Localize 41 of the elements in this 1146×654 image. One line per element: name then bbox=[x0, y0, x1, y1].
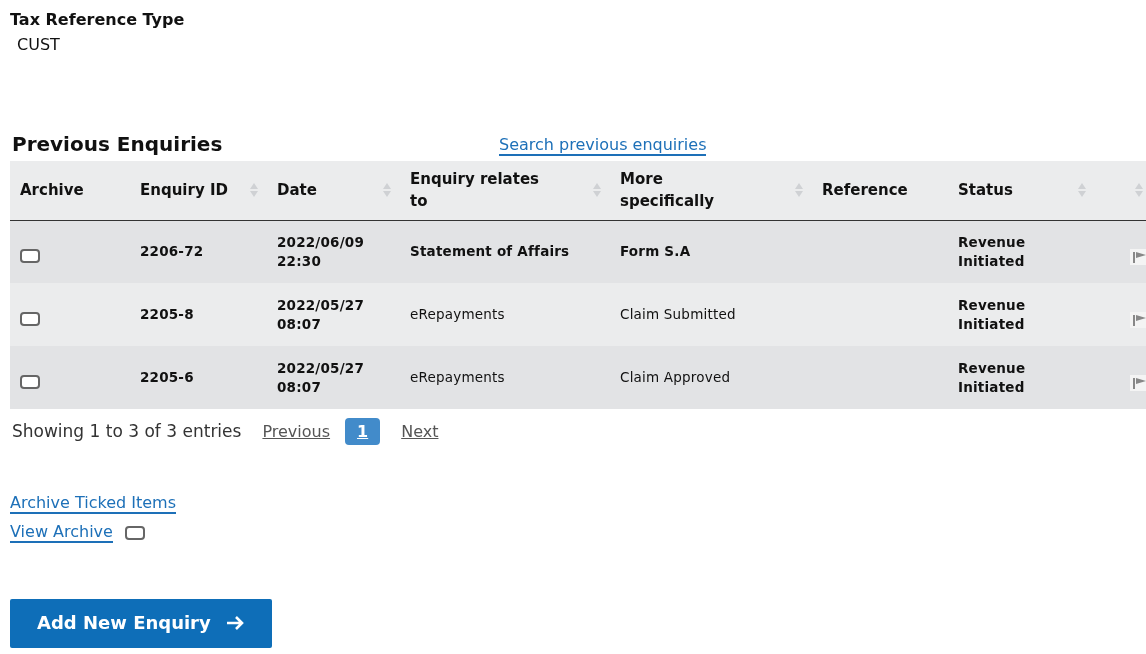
previous-link[interactable]: Previous bbox=[262, 421, 331, 441]
arrow-icon bbox=[224, 614, 245, 631]
column-header[interactable]: Date bbox=[277, 179, 317, 202]
table-cell: Revenue Initiated bbox=[958, 359, 1026, 395]
column-header[interactable]: Status bbox=[958, 179, 1013, 202]
table-cell: Form S.A bbox=[620, 243, 691, 260]
flag-icon[interactable] bbox=[1130, 248, 1146, 265]
flag-icon[interactable] bbox=[1130, 374, 1146, 391]
field-label: Tax Reference Type bbox=[10, 10, 186, 29]
checkbox[interactable] bbox=[124, 525, 145, 540]
table-cell: Statement of Affairs bbox=[410, 243, 570, 260]
checkbox[interactable] bbox=[20, 248, 40, 263]
table-cell: 2022/05/27 08:07 bbox=[277, 359, 364, 395]
checkbox[interactable] bbox=[20, 374, 40, 389]
table-cell: 2205-8 bbox=[140, 306, 194, 322]
table-cell: eRepayments bbox=[410, 369, 505, 385]
column-header[interactable]: Enquiry ID bbox=[140, 179, 228, 202]
flag-icon[interactable] bbox=[1130, 311, 1146, 328]
checkbox[interactable] bbox=[20, 311, 40, 326]
add-enquiry-button[interactable]: Add New Enquiry bbox=[10, 599, 272, 648]
table-cell: 2205-6 bbox=[140, 369, 194, 385]
table-cell: Revenue Initiated bbox=[958, 233, 1026, 269]
column-header[interactable]: Enquiry relates to bbox=[410, 168, 540, 213]
view-archive-link[interactable]: View Archive bbox=[10, 522, 113, 543]
entries-info: Showing 1 to 3 of 3 entries bbox=[12, 421, 242, 441]
column-header[interactable]: Reference bbox=[822, 179, 908, 202]
column-header[interactable]: Archive bbox=[20, 179, 84, 202]
section-title: Previous Enquiries bbox=[12, 132, 224, 156]
table-cell: 2022/05/27 08:07 bbox=[277, 296, 364, 332]
next-link[interactable]: Next bbox=[401, 421, 439, 441]
search-link[interactable]: Search previous enquiries bbox=[499, 135, 707, 156]
table-cell: Revenue Initiated bbox=[958, 296, 1026, 332]
table-cell: 2022/06/09 22:30 bbox=[277, 233, 364, 269]
table-cell: Claim Submitted bbox=[620, 306, 736, 322]
table-cell: 2206-72 bbox=[140, 243, 204, 260]
archive-link[interactable]: Archive Ticked Items bbox=[10, 493, 176, 514]
table-cell: Claim Approved bbox=[620, 369, 731, 385]
field-value: CUST bbox=[17, 35, 61, 54]
column-header[interactable]: More specifically bbox=[620, 168, 750, 213]
page-button[interactable]: 1 bbox=[345, 417, 381, 445]
table-cell: eRepayments bbox=[410, 306, 505, 322]
